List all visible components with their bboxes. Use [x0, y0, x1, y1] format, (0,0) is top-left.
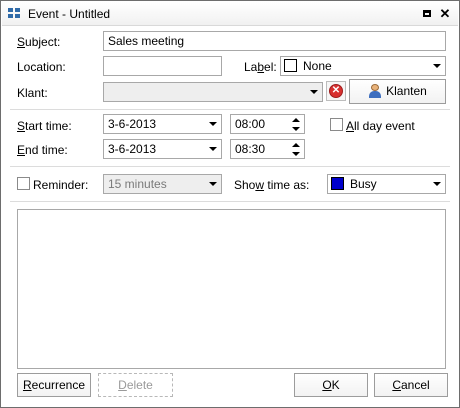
spin-arrows-icon[interactable] [292, 142, 300, 157]
cancel-button[interactable]: Cancel [374, 373, 448, 397]
label-value: None [303, 59, 332, 73]
start-time-spinner[interactable]: 08:00 [230, 114, 305, 134]
separator [10, 166, 450, 167]
show-time-label: Show time as: [234, 178, 310, 192]
location-input[interactable] [103, 56, 222, 76]
chevron-down-icon [433, 64, 441, 68]
chevron-down-icon [209, 147, 217, 151]
klanten-button[interactable]: Klanten [349, 79, 446, 104]
restore-icon[interactable] [420, 7, 434, 21]
label-dropdown[interactable]: None [280, 56, 446, 76]
start-time-value: 08:00 [235, 117, 266, 131]
show-time-value: Busy [350, 177, 377, 191]
all-day-label: All day event [346, 119, 415, 133]
delete-button: Delete [98, 373, 173, 397]
all-day-checkbox[interactable] [330, 118, 343, 131]
recurrence-button[interactable]: Recurrence [17, 373, 91, 397]
end-time-value: 08:30 [235, 142, 266, 156]
start-date-picker[interactable]: 3-6-2013 [103, 114, 222, 134]
chevron-down-icon [209, 122, 217, 126]
reminder-dropdown[interactable]: 15 minutes [103, 174, 222, 194]
close-icon[interactable]: ✕ [438, 7, 452, 21]
start-time-label: Start time: [17, 119, 72, 133]
person-icon [368, 84, 382, 98]
klanten-label: Klanten [386, 84, 427, 98]
start-date-value: 3-6-2013 [108, 117, 157, 131]
notes-textarea[interactable] [17, 209, 446, 369]
klant-dropdown[interactable] [103, 82, 323, 102]
label-label: Label: [244, 60, 277, 74]
window-title: Event - Untitled [28, 7, 111, 21]
title-bar[interactable]: Event - Untitled ✕ [2, 2, 458, 26]
delete-label: elete [126, 378, 153, 392]
ok-button[interactable]: OK [294, 373, 368, 397]
event-dialog: Event - Untitled ✕ Subject: Sales meetin… [0, 0, 460, 408]
spin-arrows-icon[interactable] [292, 117, 300, 132]
reminder-label: Reminder: [33, 178, 89, 192]
separator [10, 201, 450, 202]
clear-klant-button[interactable]: ✕ [326, 81, 346, 101]
chevron-down-icon [209, 182, 217, 186]
separator [10, 109, 450, 110]
subject-label-rest: ubject: [25, 35, 61, 49]
recurrence-label: ecurrence [31, 378, 86, 392]
show-time-dropdown[interactable]: Busy [327, 174, 446, 194]
chevron-down-icon [433, 182, 441, 186]
reminder-checkbox[interactable] [17, 177, 30, 190]
reminder-value: 15 minutes [108, 177, 167, 191]
chevron-down-icon [310, 90, 318, 94]
end-time-spinner[interactable]: 08:30 [230, 139, 305, 159]
subject-label: Subject: [17, 35, 61, 49]
cancel-label: ancel [400, 378, 430, 392]
klant-label: Klant: [17, 86, 48, 100]
ok-label: K [331, 378, 340, 392]
end-date-value: 3-6-2013 [108, 142, 157, 156]
clear-icon: ✕ [329, 84, 343, 98]
label-color-swatch [284, 59, 297, 72]
app-grid-icon [8, 8, 22, 20]
end-date-picker[interactable]: 3-6-2013 [103, 139, 222, 159]
end-time-label: End time: [17, 143, 68, 157]
subject-input[interactable]: Sales meeting [103, 31, 446, 51]
busy-color-swatch [331, 177, 344, 190]
location-label: Location: [17, 60, 66, 74]
